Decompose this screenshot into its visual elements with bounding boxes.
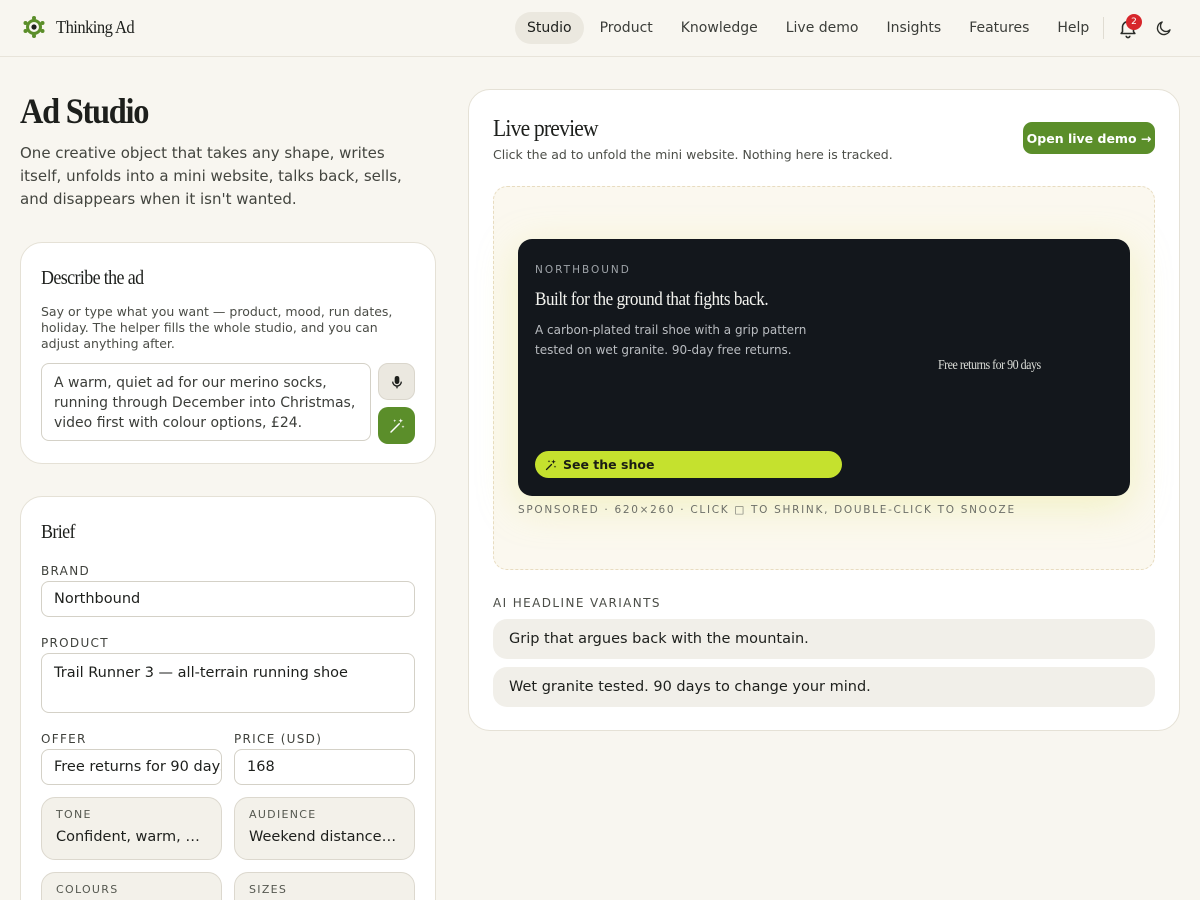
open-live-demo-label: Open live demo → bbox=[1026, 130, 1152, 146]
ad-cta-button[interactable]: See the shoe bbox=[535, 451, 842, 478]
nav-item-product[interactable]: Product bbox=[588, 12, 665, 44]
live-preview-card: Live preview Click the ad to unfold the … bbox=[468, 89, 1180, 731]
brief-title: Brief bbox=[41, 521, 75, 543]
preview-title: Live preview bbox=[493, 116, 599, 142]
nav-item-knowledge[interactable]: Knowledge bbox=[669, 12, 770, 44]
describe-description: Say or type what you want — product, moo… bbox=[41, 304, 393, 351]
logo-icon bbox=[23, 16, 45, 38]
sparkle-icon bbox=[545, 459, 557, 470]
ad-offer: Free returns for 90 days bbox=[938, 358, 1041, 373]
price-field[interactable]: 168 bbox=[234, 749, 415, 785]
nav-item-help[interactable]: Help bbox=[1045, 12, 1101, 44]
brand[interactable]: Thinking Ad bbox=[22, 15, 141, 39]
nav-item-insights[interactable]: Insights bbox=[874, 12, 953, 44]
notification-badge: 2 bbox=[1126, 14, 1142, 30]
variants-label: AI HEADLINE VARIANTS bbox=[493, 596, 661, 610]
audience-label: AUDIENCE bbox=[249, 808, 317, 821]
main-nav: Studio Product Knowledge Live demo Insig… bbox=[515, 12, 1105, 44]
headline-variant[interactable]: Wet granite tested. 90 days to change yo… bbox=[493, 667, 1155, 707]
price-label: PRICE (USD) bbox=[234, 732, 323, 746]
ad-brand: NORTHBOUND bbox=[535, 264, 631, 276]
audience-selector[interactable]: AUDIENCE Weekend distance runners bbox=[234, 797, 415, 860]
headline-variant[interactable]: Grip that argues back with the mountain. bbox=[493, 619, 1155, 659]
nav-divider bbox=[1103, 17, 1104, 39]
prompt-input[interactable]: A warm, quiet ad for our merino socks, r… bbox=[41, 363, 371, 441]
offer-field[interactable]: Free returns for 90 days bbox=[41, 749, 222, 785]
open-live-demo-button[interactable]: Open live demo → bbox=[1023, 122, 1155, 154]
preview-stage: NORTHBOUND Built for the ground that fig… bbox=[493, 186, 1155, 570]
page-subtitle: One creative object that takes any shape… bbox=[20, 144, 402, 208]
tone-value: Confident, warm, no hype bbox=[56, 829, 207, 845]
microphone-icon bbox=[391, 375, 402, 388]
tone-selector[interactable]: TONE Confident, warm, no hype bbox=[41, 797, 222, 860]
top-navigation-bar: Thinking Ad Studio Product Knowledge Liv… bbox=[0, 0, 1200, 57]
ad-preview[interactable]: NORTHBOUND Built for the ground that fig… bbox=[518, 239, 1130, 496]
describe-title: Describe the ad bbox=[41, 267, 144, 289]
ad-headline: Built for the ground that fights back. bbox=[535, 289, 769, 310]
auto-fill-button[interactable] bbox=[378, 407, 415, 444]
voice-input-button[interactable] bbox=[378, 363, 415, 400]
ad-meta: SPONSORED · 620×260 · CLICK □ TO SHRINK,… bbox=[518, 504, 1016, 516]
tone-label: TONE bbox=[56, 808, 92, 821]
colours-label: COLOURS bbox=[56, 883, 119, 896]
offer-label: OFFER bbox=[41, 732, 87, 746]
ad-cta-label: See the shoe bbox=[563, 457, 655, 472]
brief-card: Brief BRAND Northbound PRODUCT Trail Run… bbox=[20, 496, 436, 900]
audience-value: Weekend distance runners bbox=[249, 829, 400, 845]
colours-selector[interactable]: COLOURS bbox=[41, 872, 222, 900]
describe-card: Describe the ad Say or type what you wan… bbox=[20, 242, 436, 464]
brand-name: Thinking Ad bbox=[56, 16, 135, 37]
product-field[interactable]: Trail Runner 3 — all-terrain running sho… bbox=[41, 653, 415, 713]
ad-body: A carbon-plated trail shoe with a grip p… bbox=[535, 323, 807, 357]
sizes-selector[interactable]: SIZES bbox=[234, 872, 415, 900]
brand-label: BRAND bbox=[41, 564, 91, 578]
magic-wand-icon bbox=[389, 418, 404, 433]
nav-item-features[interactable]: Features bbox=[957, 12, 1041, 44]
moon-icon[interactable] bbox=[1155, 19, 1173, 37]
sizes-label: SIZES bbox=[249, 883, 288, 896]
nav-item-live-demo[interactable]: Live demo bbox=[774, 12, 871, 44]
brand-field[interactable]: Northbound bbox=[41, 581, 415, 617]
nav-item-studio[interactable]: Studio bbox=[515, 12, 584, 44]
product-label: PRODUCT bbox=[41, 636, 109, 650]
page-title: Ad Studio bbox=[20, 91, 150, 131]
preview-subtitle: Click the ad to unfold the mini website.… bbox=[493, 147, 893, 162]
